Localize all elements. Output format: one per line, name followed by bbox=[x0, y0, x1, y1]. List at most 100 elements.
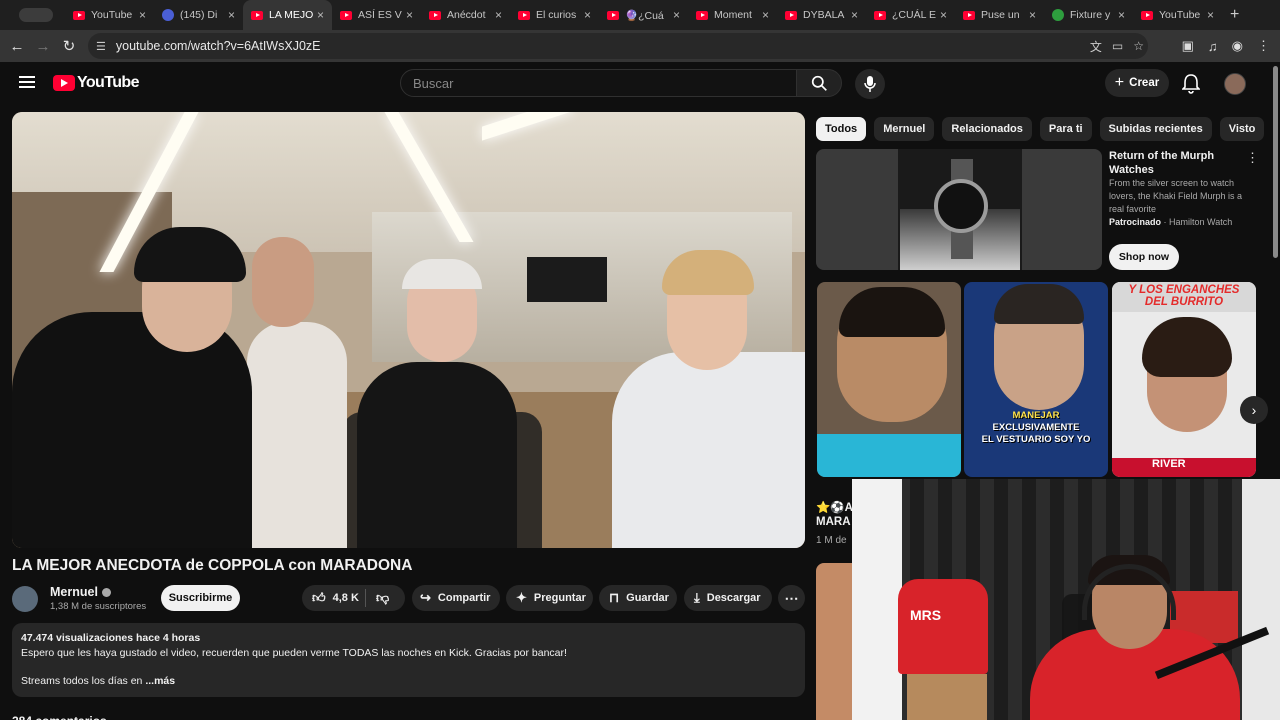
filter-chip[interactable]: Subidas recientes bbox=[1099, 117, 1212, 141]
browser-tab[interactable]: Puse un × bbox=[955, 0, 1044, 30]
short-thumbnail[interactable]: MANEJAR EXCLUSIVAMENTE EL VESTUARIO SOY … bbox=[964, 282, 1108, 477]
new-tab-icon[interactable]: + bbox=[1230, 6, 1239, 24]
related-video-thumbnail[interactable] bbox=[816, 563, 852, 720]
notifications-bell-icon[interactable] bbox=[1182, 74, 1200, 94]
tab-title: ¿CUÁL E bbox=[892, 9, 936, 21]
close-tab-icon[interactable]: × bbox=[940, 8, 947, 22]
page-scrollbar-thumb[interactable] bbox=[1273, 66, 1278, 258]
ad-menu-icon[interactable]: ⋮ bbox=[1246, 150, 1259, 166]
show-more-link[interactable]: ...más bbox=[145, 675, 175, 687]
short-thumbnail[interactable] bbox=[817, 282, 961, 477]
subscriber-count: 1,38 M de suscriptores bbox=[50, 601, 147, 612]
like-dislike-group: 👍︎ 4,8 K 👎︎ bbox=[302, 585, 405, 611]
share-button[interactable]: ↪ Compartir bbox=[412, 585, 500, 611]
browser-tab[interactable]: LA MEJO × bbox=[243, 0, 332, 30]
channel-name-text[interactable]: Mernuel bbox=[50, 585, 98, 599]
browser-tab[interactable]: (145) Di × bbox=[154, 0, 243, 30]
filter-chip[interactable]: Para ti bbox=[1039, 117, 1092, 141]
search-input[interactable]: Buscar bbox=[400, 69, 797, 97]
video-player[interactable] bbox=[12, 112, 805, 548]
search-button[interactable] bbox=[796, 69, 842, 97]
short-caption: Y LOS ENGANCHES DEL BURRITO bbox=[1112, 282, 1256, 312]
reload-icon[interactable]: ↻ bbox=[56, 37, 82, 55]
ad-thumbnail[interactable] bbox=[816, 149, 1102, 270]
browser-tab[interactable]: YouTube × bbox=[1133, 0, 1222, 30]
profile-icon[interactable]: ◉ bbox=[1232, 38, 1243, 54]
youtube-icon bbox=[963, 10, 975, 20]
dislike-button[interactable]: 👎︎ bbox=[366, 590, 389, 606]
close-tab-icon[interactable]: × bbox=[495, 8, 502, 22]
filter-chip[interactable]: Todos bbox=[816, 117, 867, 141]
subscribe-button[interactable]: Suscribirme bbox=[161, 585, 240, 611]
sidebar-icon[interactable]: ▣ bbox=[1182, 38, 1194, 54]
create-label: Crear bbox=[1129, 77, 1160, 89]
filter-chip[interactable]: Visto bbox=[1219, 117, 1265, 141]
close-tab-icon[interactable]: × bbox=[673, 8, 680, 22]
browser-tab[interactable]: Moment × bbox=[688, 0, 777, 30]
filter-chip[interactable]: Relacionados bbox=[942, 117, 1032, 141]
create-button[interactable]: + Crear bbox=[1105, 69, 1169, 97]
url-text[interactable]: youtube.com/watch?v=6AtIWsXJ0zE bbox=[116, 39, 321, 53]
address-bar[interactable]: ☰ youtube.com/watch?v=6AtIWsXJ0zE 文 ▭ ☆ bbox=[88, 33, 1148, 59]
cast-icon[interactable]: ▭ bbox=[1112, 39, 1123, 53]
bookmark-star-icon[interactable]: ☆ bbox=[1133, 39, 1144, 53]
short-thumbnail[interactable]: Y LOS ENGANCHES DEL BURRITO RIVER bbox=[1112, 282, 1256, 477]
browser-tab[interactable]: YouTube × bbox=[65, 0, 154, 30]
browser-menu-icon[interactable]: ⋮ bbox=[1257, 38, 1270, 54]
jersey-image bbox=[898, 579, 988, 674]
close-tab-icon[interactable]: × bbox=[1118, 8, 1125, 22]
browser-tab[interactable]: El curios × bbox=[510, 0, 599, 30]
bookmark-icon: ⊓ bbox=[609, 590, 620, 605]
close-tab-icon[interactable]: × bbox=[406, 8, 413, 22]
media-control-icon[interactable]: ♫ bbox=[1208, 39, 1218, 54]
like-button[interactable]: 👍︎ 4,8 K bbox=[302, 590, 365, 606]
tab-search-pill[interactable] bbox=[19, 8, 53, 22]
ask-button[interactable]: ✦ Preguntar bbox=[506, 585, 593, 611]
ad-title[interactable]: Return of the Murph Watches bbox=[1109, 149, 1239, 177]
close-tab-icon[interactable]: × bbox=[762, 8, 769, 22]
browser-tab[interactable]: 🔮¿Cuá × bbox=[599, 0, 688, 30]
close-tab-icon[interactable]: × bbox=[1029, 8, 1036, 22]
youtube-header: YouTube Buscar + Crear bbox=[0, 62, 1280, 106]
browser-tab[interactable]: ¿CUÁL E × bbox=[866, 0, 955, 30]
shop-now-button[interactable]: Shop now bbox=[1109, 244, 1179, 270]
short-caption-line: Y LOS ENGANCHES bbox=[1128, 284, 1240, 296]
back-icon[interactable]: ← bbox=[4, 38, 30, 55]
tab-title: Moment bbox=[714, 9, 752, 21]
thumbs-up-icon: 👍︎ bbox=[312, 590, 326, 605]
browser-tab[interactable]: DYBALA × bbox=[777, 0, 866, 30]
channel-avatar[interactable] bbox=[12, 586, 38, 612]
short-caption: RIVER bbox=[1112, 458, 1256, 477]
close-tab-icon[interactable]: × bbox=[139, 8, 146, 22]
close-tab-icon[interactable]: × bbox=[1207, 8, 1214, 22]
filter-chip[interactable]: Mernuel bbox=[874, 117, 935, 141]
video-person-body bbox=[357, 362, 517, 548]
more-actions-button[interactable]: ⋯ bbox=[778, 585, 805, 611]
account-avatar[interactable] bbox=[1224, 73, 1246, 95]
related-video-title[interactable]: MARA bbox=[816, 516, 851, 528]
channel-name[interactable]: Mernuel bbox=[50, 585, 111, 599]
menu-icon[interactable] bbox=[19, 76, 35, 88]
voice-search-button[interactable] bbox=[855, 69, 885, 99]
browser-tab[interactable]: ASÍ ES V × bbox=[332, 0, 421, 30]
close-tab-icon[interactable]: × bbox=[228, 8, 235, 22]
forward-icon[interactable]: → bbox=[30, 38, 56, 55]
youtube-logo[interactable]: YouTube bbox=[53, 74, 139, 92]
close-tab-icon[interactable]: × bbox=[584, 8, 591, 22]
translate-icon[interactable]: 文 bbox=[1090, 38, 1102, 55]
description-box[interactable]: 47.474 visualizaciones hace 4 horas Espe… bbox=[12, 623, 805, 697]
browser-tab[interactable]: Anécdot × bbox=[421, 0, 510, 30]
video-person-body bbox=[612, 352, 805, 548]
close-tab-icon[interactable]: × bbox=[317, 8, 324, 22]
close-tab-icon[interactable]: × bbox=[851, 8, 858, 22]
verified-icon bbox=[101, 587, 111, 597]
tab-strip: YouTube × (145) Di × LA MEJO × ASÍ ES V × Anécdo… bbox=[65, 0, 1222, 30]
short-caption-line: MANEJAR bbox=[1012, 410, 1060, 421]
next-arrow-button[interactable]: › bbox=[1240, 396, 1268, 424]
browser-tab[interactable]: Fixture y × bbox=[1044, 0, 1133, 30]
description-line: Streams todos los días en ...más bbox=[21, 674, 796, 689]
badge-icon bbox=[162, 9, 174, 21]
download-button[interactable]: ⤓ Descargar bbox=[684, 585, 772, 611]
site-settings-icon[interactable]: ☰ bbox=[96, 40, 106, 53]
save-button[interactable]: ⊓ Guardar bbox=[599, 585, 677, 611]
